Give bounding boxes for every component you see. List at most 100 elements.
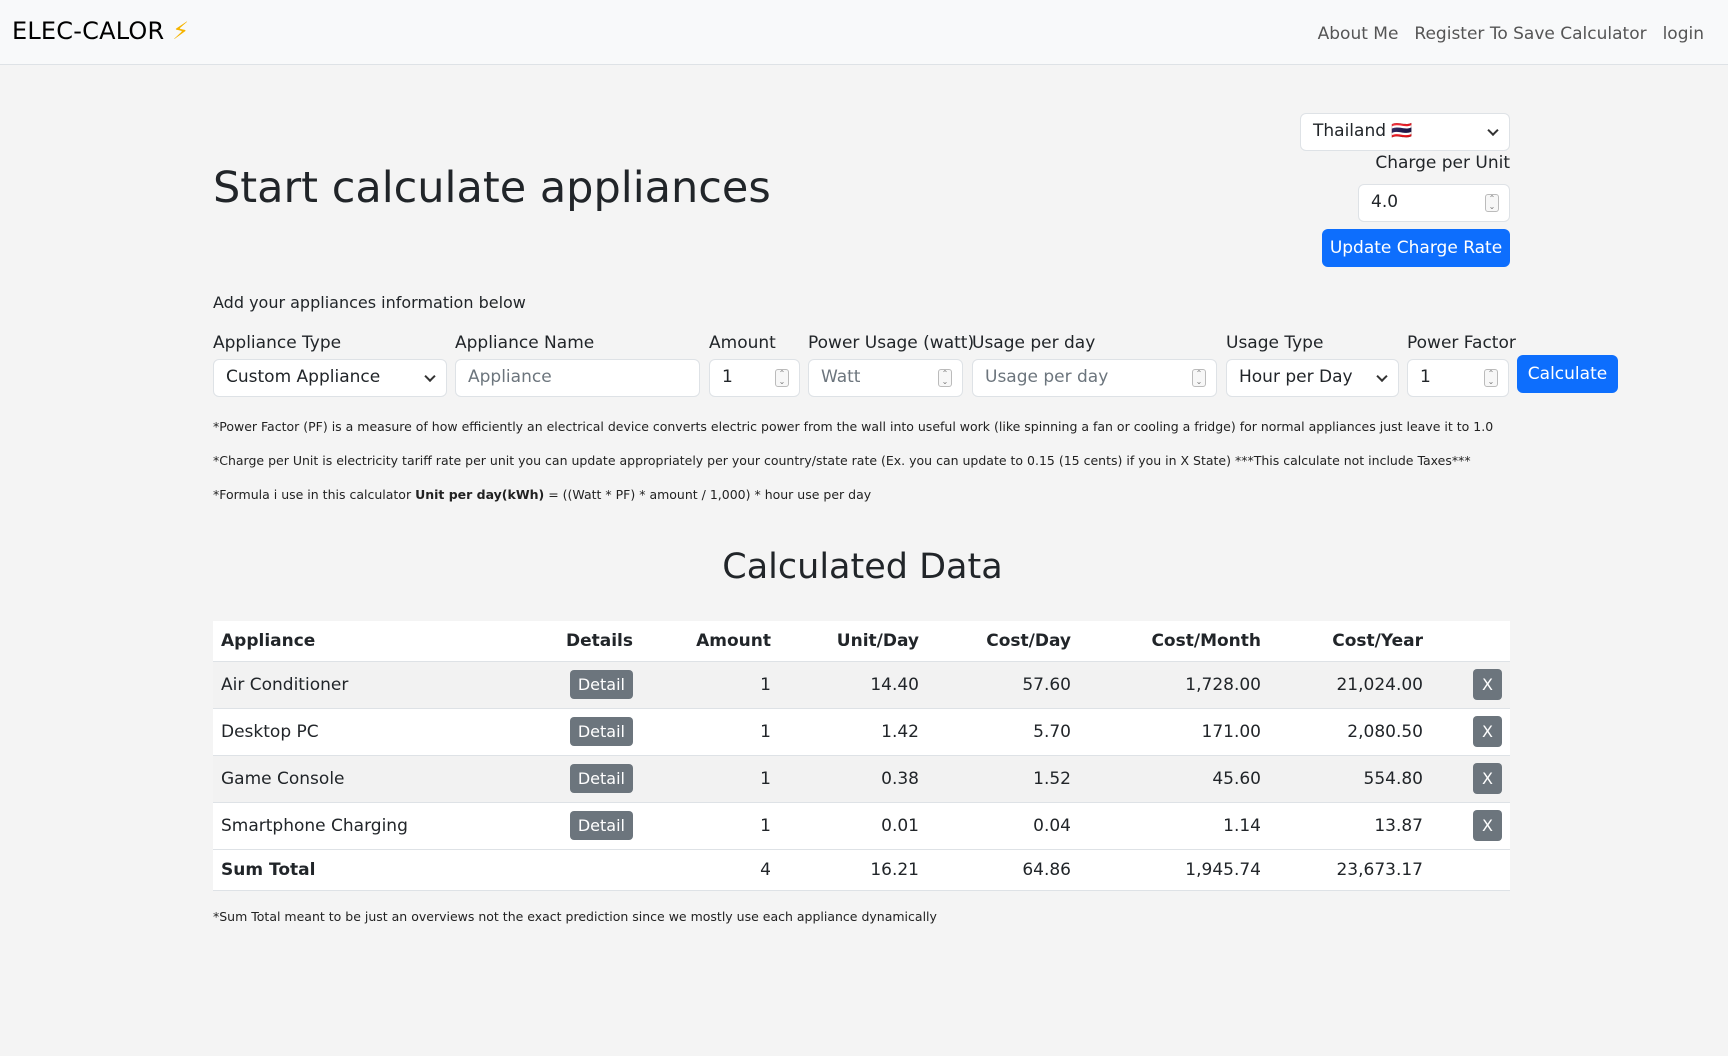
spinner-icon[interactable]: ⌃ ⌄ — [938, 369, 952, 387]
cell-cost-month: 45.60 — [1079, 755, 1269, 803]
amount-value: 1 — [722, 367, 733, 387]
formula-bold: Unit per day(kWh) — [415, 487, 545, 502]
cell-cost-year: 21,024.00 — [1269, 661, 1431, 709]
cell-cost-month: 1,728.00 — [1079, 661, 1269, 709]
power-usage-input[interactable]: Watt ⌃ ⌄ — [808, 359, 963, 397]
delete-button[interactable]: X — [1473, 763, 1502, 794]
power-factor-label: Power Factor — [1407, 333, 1516, 353]
cell-actions: X — [1431, 661, 1510, 709]
spinner-icon[interactable]: ⌃ ⌄ — [1192, 369, 1206, 387]
detail-button[interactable]: Detail — [569, 811, 633, 840]
appliance-type-field: Appliance Type Custom Appliance — [213, 333, 447, 397]
cell-unit-day: 0.38 — [779, 755, 927, 803]
formula-note: *Formula i use in this calculator Unit p… — [213, 487, 871, 502]
detail-button[interactable]: Detail — [569, 717, 633, 746]
usage-per-day-input[interactable]: Usage per day ⌃ ⌄ — [972, 359, 1217, 397]
delete-button[interactable]: X — [1473, 810, 1502, 841]
navbar: ELEC-CALOR ⚡ About Me Register To Save C… — [0, 0, 1728, 65]
update-charge-rate-button[interactable]: Update Charge Rate — [1322, 229, 1510, 267]
cell-actions: X — [1431, 802, 1510, 850]
delete-button[interactable]: X — [1473, 716, 1502, 747]
chevron-down-icon — [424, 370, 436, 383]
sum-total-note: *Sum Total meant to be just an overviews… — [213, 909, 937, 924]
usage-type-select[interactable]: Hour per Day — [1226, 359, 1399, 397]
spinner-icon[interactable]: ⌃ ⌄ — [1485, 194, 1499, 212]
calculated-data-table: Appliance Details Amount Unit/Day Cost/D… — [213, 621, 1510, 891]
appliance-name-input[interactable]: Appliance — [455, 359, 700, 397]
country-select[interactable]: Thailand 🇹🇭 — [1300, 113, 1510, 151]
col-amount: Amount — [641, 621, 779, 662]
appliance-name-field: Appliance Name Appliance — [455, 333, 700, 397]
cell-details: Detail — [483, 708, 641, 756]
usage-type-field: Usage Type Hour per Day — [1226, 333, 1399, 397]
cell-cost-day: 5.70 — [927, 708, 1079, 756]
col-cost-year: Cost/Year — [1269, 621, 1431, 662]
power-factor-value: 1 — [1420, 367, 1431, 387]
nav-about-me-link[interactable]: About Me — [1318, 24, 1399, 44]
sum-total-row: Sum Total 4 16.21 64.86 1,945.74 23,673.… — [213, 849, 1510, 891]
cell-cost-year: 554.80 — [1269, 755, 1431, 803]
brand-logo[interactable]: ELEC-CALOR ⚡ — [12, 17, 189, 45]
delete-button[interactable]: X — [1473, 669, 1502, 700]
power-factor-field: Power Factor 1 ⌃ ⌄ — [1407, 333, 1516, 397]
chevron-down-icon — [1487, 124, 1499, 137]
brand-name[interactable]: ELEC-CALOR — [12, 17, 164, 45]
cell-details: Detail — [483, 755, 641, 803]
detail-button[interactable]: Detail — [569, 670, 633, 699]
cell-cost-day: 1.52 — [927, 755, 1079, 803]
cell-appliance: Desktop PC — [213, 708, 483, 756]
power-factor-note: *Power Factor (PF) is a measure of how e… — [213, 419, 1494, 434]
sum-total-label: Sum Total — [213, 849, 483, 891]
cell-amount: 1 — [641, 802, 779, 850]
page-title: Start calculate appliances — [213, 163, 771, 213]
appliance-type-select[interactable]: Custom Appliance — [213, 359, 447, 397]
cell-cost-day: 0.04 — [927, 802, 1079, 850]
sum-total-amount: 4 — [641, 849, 779, 891]
power-usage-placeholder: Watt — [821, 367, 861, 387]
power-factor-input[interactable]: 1 ⌃ ⌄ — [1407, 359, 1509, 397]
col-appliance: Appliance — [213, 621, 483, 662]
usage-per-day-field: Usage per day Usage per day ⌃ ⌄ — [972, 333, 1217, 397]
charge-per-unit-value: 4.0 — [1371, 192, 1399, 212]
charge-note: *Charge per Unit is electricity tariff r… — [213, 453, 1471, 468]
appliance-name-placeholder: Appliance — [468, 367, 552, 387]
table-row: Smartphone Charging Detail 1 0.01 0.04 1… — [213, 802, 1510, 850]
formula-rest: = ((Watt * PF) * amount / 1,000) * hour … — [544, 487, 872, 502]
table-row: Desktop PC Detail 1 1.42 5.70 171.00 2,0… — [213, 708, 1510, 756]
power-usage-field: Power Usage (watt) Watt ⌃ ⌄ — [808, 333, 974, 397]
formula-prefix: *Formula i use in this calculator — [213, 487, 416, 502]
cell-appliance: Game Console — [213, 755, 483, 803]
cell-unit-day: 1.42 — [779, 708, 927, 756]
cell-cost-month: 171.00 — [1079, 708, 1269, 756]
cell-amount: 1 — [641, 708, 779, 756]
usage-per-day-placeholder: Usage per day — [985, 367, 1109, 387]
col-cost-month: Cost/Month — [1079, 621, 1269, 662]
spinner-icon[interactable]: ⌃ ⌄ — [1484, 369, 1498, 387]
cell-appliance: Air Conditioner — [213, 661, 483, 709]
table-header-row: Appliance Details Amount Unit/Day Cost/D… — [213, 621, 1510, 662]
nav-register-link[interactable]: Register To Save Calculator — [1414, 24, 1646, 44]
appliance-type-label: Appliance Type — [213, 333, 342, 353]
spinner-icon[interactable]: ⌃ ⌄ — [775, 369, 789, 387]
sum-total-unit-day: 16.21 — [779, 849, 927, 891]
cell-actions: X — [1431, 708, 1510, 756]
cell-amount: 1 — [641, 661, 779, 709]
usage-type-value: Hour per Day — [1239, 367, 1353, 387]
chevron-down-icon — [1376, 370, 1388, 383]
cell-cost-day: 57.60 — [927, 661, 1079, 709]
calculated-data-title: Calculated Data — [722, 547, 1003, 587]
sum-total-cost-year: 23,673.17 — [1269, 849, 1431, 891]
calculate-button[interactable]: Calculate — [1517, 355, 1618, 393]
col-unit-day: Unit/Day — [779, 621, 927, 662]
detail-button[interactable]: Detail — [569, 764, 633, 793]
sum-total-details — [483, 849, 641, 891]
amount-input[interactable]: 1 ⌃ ⌄ — [709, 359, 800, 397]
cell-actions: X — [1431, 755, 1510, 803]
cell-cost-year: 13.87 — [1269, 802, 1431, 850]
sum-total-actions — [1431, 849, 1510, 891]
nav-login-link[interactable]: login — [1663, 24, 1704, 44]
charge-per-unit-input[interactable]: 4.0 ⌃ ⌄ — [1358, 184, 1510, 222]
appliance-name-label: Appliance Name — [455, 333, 595, 353]
usage-per-day-label: Usage per day — [972, 333, 1096, 353]
amount-label: Amount — [709, 333, 776, 353]
